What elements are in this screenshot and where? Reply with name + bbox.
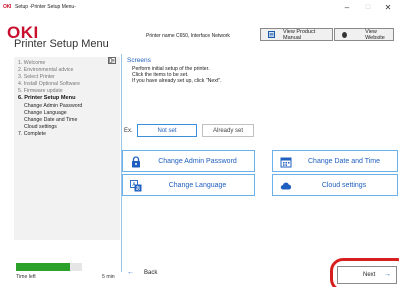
progress-bar	[16, 263, 82, 271]
substep-change-admin-password: Change Admin Password	[24, 103, 83, 109]
view-website-label: View Website	[365, 28, 385, 41]
globe-icon	[342, 31, 348, 38]
lock-icon	[130, 156, 142, 168]
back-label: Back	[144, 269, 158, 276]
back-button[interactable]: ← Back	[127, 269, 157, 276]
substep-change-date-and-time: Change Date and Time	[24, 117, 78, 123]
view-website-button[interactable]: View Website	[334, 28, 394, 41]
step-install-optional-software: 4. Install Optional Software	[18, 81, 80, 87]
language-icon: Aあ	[130, 180, 142, 192]
change-date-and-time-button[interactable]: Change Date and Time	[272, 150, 398, 172]
step-welcome: 1. Welcome	[18, 60, 46, 66]
cloud-settings-label: Cloud settings	[321, 181, 367, 189]
minimize-button[interactable]: –	[337, 1, 357, 15]
substep-cloud-settings: Cloud settings	[24, 124, 57, 130]
sidebar-collapse-icon[interactable]	[108, 57, 116, 64]
change-language-button[interactable]: Aあ Change Language	[122, 174, 255, 196]
change-date-and-time-label: Change Date and Time	[308, 157, 380, 165]
change-language-label: Change Language	[168, 181, 227, 189]
svg-text:あ: あ	[135, 186, 140, 192]
time-left-value: 5 min	[102, 274, 115, 280]
step-select-printer: 3. Select Printer	[18, 74, 55, 80]
step-printer-setup-menu: 6. Printer Setup Menu	[18, 95, 76, 101]
time-left-label: Time left	[16, 274, 36, 280]
step-environmental-advice: 2. Environmental advice	[18, 67, 74, 73]
instruction-line: If you have already set up, click "Next"…	[132, 78, 222, 84]
step-complete: 7. Complete	[18, 131, 46, 137]
maximize-button[interactable]: □	[358, 1, 378, 15]
substep-change-language: Change Language	[24, 110, 67, 116]
progress-fill	[16, 263, 71, 271]
calendar-icon	[280, 156, 292, 168]
legend-already-set: Already set	[202, 124, 254, 137]
window-title: Setup -Printer Setup Menu-	[15, 4, 76, 10]
change-admin-password-button[interactable]: Change Admin Password	[122, 150, 255, 172]
app-header: OKI Printer Setup Menu Printer name C650…	[0, 16, 399, 53]
close-button[interactable]: ✕	[378, 1, 398, 15]
arrow-left-icon: ←	[127, 269, 134, 276]
change-admin-password-label: Change Admin Password	[158, 157, 237, 165]
cloud-settings-button[interactable]: Cloud settings	[272, 174, 398, 196]
view-product-manual-label: View Product Manual	[283, 28, 316, 41]
step-firmware-update: 5. Firmware update	[18, 88, 63, 94]
legend-prefix: Ex.	[124, 128, 133, 134]
next-highlight-ring	[330, 258, 399, 287]
window-titlebar: OKI Setup -Printer Setup Menu- – □ ✕	[0, 0, 399, 16]
section-title: Screens	[127, 57, 151, 64]
legend-not-set: Not set	[137, 124, 197, 137]
cloud-icon	[280, 180, 292, 192]
manual-icon	[268, 31, 275, 38]
view-product-manual-button[interactable]: View Product Manual	[260, 28, 333, 41]
printer-name-label: Printer name C650, Interface Network	[146, 33, 230, 39]
app-icon: OKI	[3, 4, 11, 10]
app-title: Printer Setup Menu	[14, 38, 109, 50]
